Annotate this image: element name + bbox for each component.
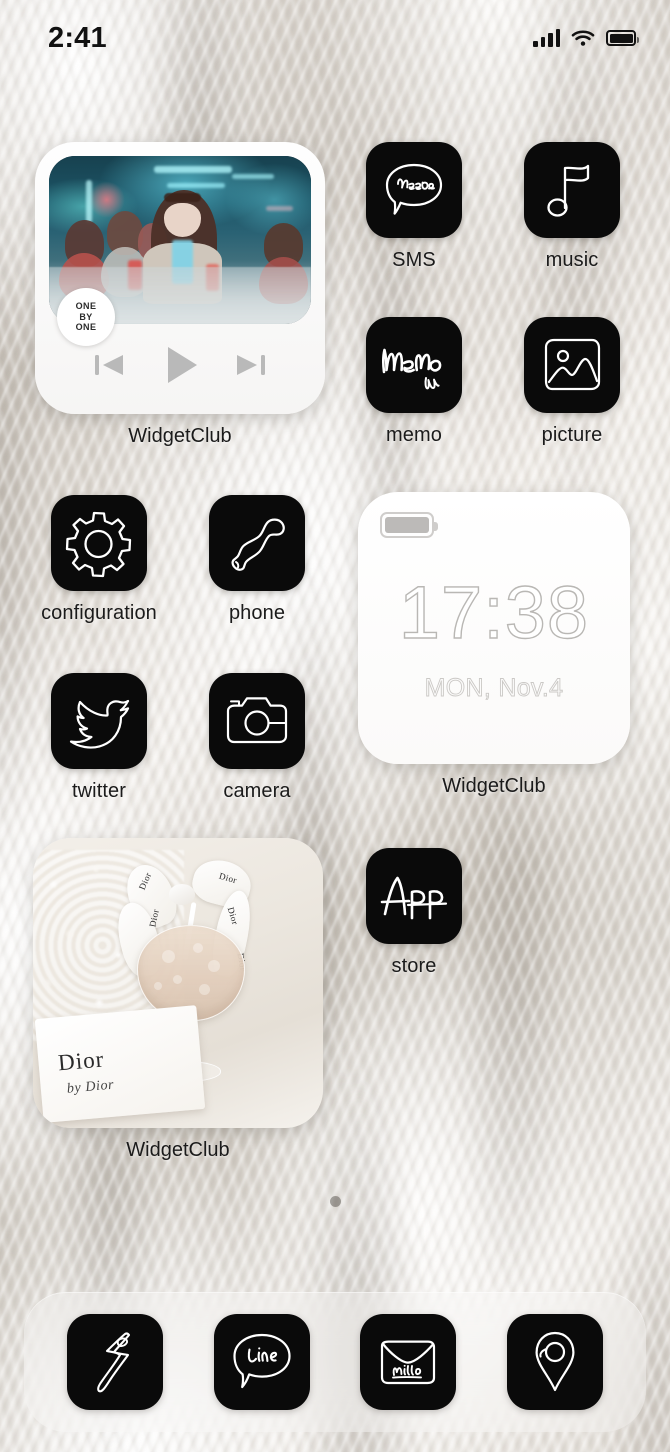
mail-envelope-icon[interactable]	[360, 1314, 457, 1410]
widget-clock[interactable]: 17:38 MON, Nov.4 WidgetClub	[358, 492, 630, 798]
clock-widget-card[interactable]: 17:38 MON, Nov.4	[358, 492, 630, 764]
app-label-camera: camera	[223, 780, 291, 802]
gear-icon[interactable]	[51, 495, 147, 591]
app-icon-configuration[interactable]: configuration	[40, 495, 158, 625]
page-indicator[interactable]	[0, 1196, 670, 1207]
status-bar: 2:41	[0, 0, 670, 64]
twitter-bird-icon[interactable]	[51, 673, 147, 769]
music-widget-controls[interactable]	[35, 342, 325, 388]
app-label-memo: memo	[386, 424, 442, 446]
snapchat-ghost-icon[interactable]	[67, 1314, 164, 1410]
app-label-sms: SMS	[392, 249, 436, 271]
status-bar-time: 2:41	[48, 21, 107, 54]
music-widget-one-by-one-badge: ONE BY ONE	[57, 288, 115, 346]
badge-line-3: ONE	[75, 322, 97, 333]
map-pin-icon[interactable]	[506, 1314, 603, 1410]
app-icon-camera[interactable]: camera	[198, 673, 316, 803]
book-title-line-1: Dior	[56, 1046, 106, 1076]
widget-music-player[interactable]: ONE BY ONE WidgetClub	[35, 142, 325, 448]
dior-widget-card[interactable]: Dior Dior Dior Dior Dior Dior by Dior	[33, 838, 323, 1128]
dock	[24, 1292, 646, 1432]
cellular-signal-icon	[533, 29, 560, 47]
memo-icon[interactable]	[366, 317, 462, 413]
clock-widget-battery-icon	[380, 512, 438, 538]
widget-dior-photo[interactable]: Dior Dior Dior Dior Dior Dior by Dior Wi…	[33, 838, 323, 1162]
app-icon-twitter[interactable]: twitter	[40, 673, 158, 803]
badge-line-1: ONE	[75, 300, 97, 311]
page-dot-1[interactable]	[329, 1196, 341, 1207]
app-icon-memo[interactable]: memo	[355, 317, 473, 447]
clock-widget-time: 17:38	[398, 570, 590, 654]
app-label-picture: picture	[541, 424, 603, 446]
book-title-line-2: by Dior	[66, 1077, 115, 1097]
next-track-icon[interactable]	[233, 351, 267, 379]
app-label-phone: phone	[228, 602, 286, 624]
widget-clock-label: WidgetClub	[442, 775, 546, 797]
app-label-twitter: twitter	[71, 780, 127, 802]
line-bubble-icon[interactable]	[213, 1314, 310, 1410]
app-icon-picture[interactable]: picture	[513, 317, 631, 447]
clock-widget-date: MON, Nov.4	[424, 674, 564, 703]
app-label-music: music	[545, 249, 599, 271]
photo-frame-icon[interactable]	[524, 317, 620, 413]
camera-icon[interactable]	[209, 673, 305, 769]
widget-music-label: WidgetClub	[128, 425, 232, 447]
status-bar-indicators	[533, 29, 639, 47]
app-label-store: store	[391, 955, 437, 977]
music-widget-card[interactable]: ONE BY ONE	[35, 142, 325, 414]
previous-track-icon[interactable]	[93, 351, 127, 379]
app-icon-sms[interactable]: SMS	[355, 142, 473, 272]
widget-dior-label: WidgetClub	[126, 1139, 230, 1161]
music-note-icon[interactable]	[524, 142, 620, 238]
phone-handset-icon[interactable]	[209, 495, 305, 591]
badge-line-2: BY	[79, 311, 93, 322]
app-icon-music[interactable]: music	[513, 142, 631, 272]
play-icon[interactable]	[157, 342, 203, 388]
app-icon-store[interactable]: store	[355, 848, 473, 978]
app-label-configuration: configuration	[41, 602, 157, 624]
message-bubble-icon[interactable]	[366, 142, 462, 238]
wifi-icon	[571, 30, 595, 46]
app-store-icon[interactable]	[366, 848, 462, 944]
app-icon-phone[interactable]: phone	[198, 495, 316, 625]
battery-icon	[606, 30, 639, 46]
dior-widget-book: Dior by Dior	[34, 1005, 206, 1124]
